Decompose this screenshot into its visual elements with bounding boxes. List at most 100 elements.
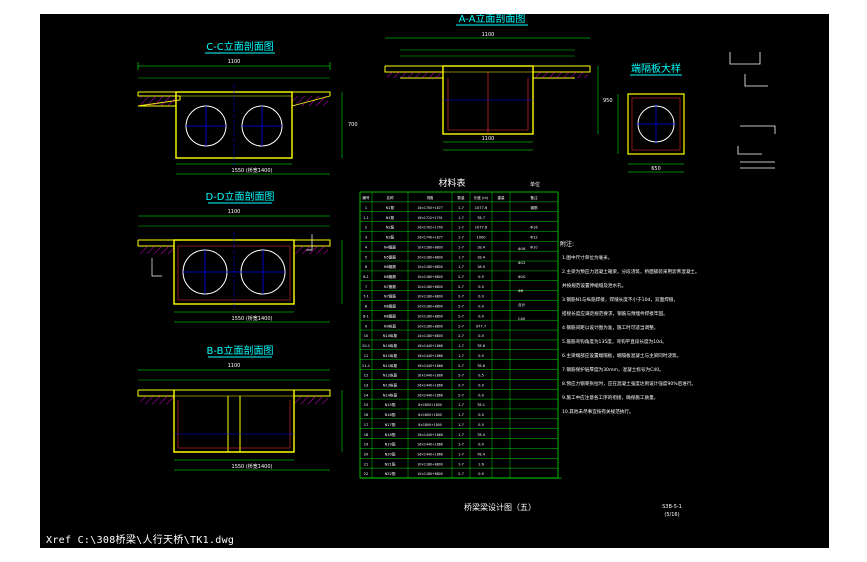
table-cell: N1筋 [386,205,395,210]
table-cell: N6箍筋 [384,264,397,269]
table-cell: 9 [365,324,368,328]
table-cell: 16×1712+1701 [417,216,443,220]
table-cell: 8-1 [363,314,369,318]
table-cell: N4箍筋 [384,244,397,249]
note-line: 7.钢筋保护层厚度为30mm，混凝土标号为C40。 [562,366,664,373]
table-cell: 0.0 [478,295,484,299]
table-cell: 16×1440+1866 [417,443,443,447]
table-cell: N7箍筋 [384,284,397,289]
svg-text:1550 (桥宽1400): 1550 (桥宽1400) [232,463,273,470]
table-cell: N12纵筋 [383,373,398,378]
table-cell: 0.0 [478,443,484,447]
table-cell: 2-7 [458,285,464,289]
table-cell: 10×1180+8800 [417,285,443,289]
side-value: Φ10 [518,275,526,279]
svg-text:单位: 单位 [530,181,540,188]
table-cell: 12 [364,374,369,378]
table-cell: N8箍筋 [384,304,397,309]
table-cell: 16×1440+1866 [417,354,443,358]
detail-end-diaphragm: 端隔板大样 650 [617,52,776,173]
table-cell: 10×1180+8800 [417,462,443,466]
table-cell: N5箍筋 [384,254,397,259]
table-cell: N9纵筋 [384,323,397,328]
table-header-cell: 编号 [362,195,370,200]
table-cell: 2-7 [458,334,464,338]
section-cc: C-C立面剖面图 1100 700 1550 (桥宽1400) [137,40,358,175]
table-cell: 0.0 [478,314,484,318]
table-cell: N17筋 [385,422,396,427]
table-cell: 1-7 [458,453,464,457]
table-cell: N2筋 [386,225,395,230]
table-cell: 16×1440+1866 [417,374,443,378]
table-cell: 22 [364,472,369,476]
table-cell: 4 [365,245,368,249]
svg-text:1100: 1100 [482,136,495,142]
svg-text:700: 700 [348,122,358,128]
svg-text:1100: 1100 [482,32,495,38]
table-cell: 1-7 [458,216,464,220]
table-cell: N10纵筋 [383,343,398,348]
drawing-code: S3B-5-1 [662,504,682,510]
table-cell: N20筋 [385,452,396,457]
table-cell: 16×1440+1866 [417,364,443,368]
table-cell: 0.0 [478,383,484,387]
table-cell: 10×1180+8800 [417,324,443,328]
side-value: C40 [518,317,526,321]
note-line: 2.主梁为预应力混凝土箱梁，分段浇筑，桥面铺装采用沥青混凝土。 [562,268,700,275]
notes-heading: 附注: [560,240,574,248]
note-line: 3.钢筋N1与纵筋焊接，焊缝长度不小于10d，双面焊缝， [562,296,678,303]
table-cell: N18筋 [385,432,396,437]
table-header-cell: 备注 [530,195,538,200]
side-value: Φ12 [518,261,525,265]
table-title: 材料表 [438,177,465,189]
note-line: 5.箍筋弯钩角度为135度，弯钩平直段长度为10d。 [562,338,667,345]
table-cell: 16×1440+1866 [417,433,443,437]
table-header-cell: 重量 [497,195,505,200]
table-cell: 18.4 [477,255,486,259]
table-cell: N22筋 [385,471,396,476]
table-cell: 1000 [476,236,486,240]
table-cell: 16×1440+1866 [417,344,443,348]
table-cell: 6 [365,265,368,269]
table-cell: 21 [364,462,369,466]
table-cell: N6箍筋 [384,274,397,279]
table-cell: 1-7 [458,344,464,348]
table-cell: 78.4 [477,433,486,437]
drawing-canvas[interactable]: C-C立面剖面图 1100 700 1550 (桥宽1400) A-A立面剖面图… [40,14,829,548]
table-header-cell: 规格 [427,195,434,200]
table-cell: 8×1800+1800 [418,403,442,407]
table-cell: 78.6 [477,364,486,368]
table-cell: 78.1 [477,403,485,407]
table-cell: 16 [364,413,369,417]
table-cell: 10×1180+8800 [417,472,443,476]
table-cell: N1筋 [386,215,395,220]
svg-text:1100: 1100 [228,209,241,215]
table-cell: N8箍筋 [384,313,397,318]
section-cc-title: C-C立面剖面图 [206,40,274,53]
table-cell: 1077.8 [475,226,488,230]
table-cell: 1-7 [458,462,464,466]
table-cell: Φ12 [530,236,537,240]
table-header-cell: 名称 [386,195,394,200]
table-cell: 16×1440+1866 [417,383,443,387]
table-cell: N19筋 [385,442,396,447]
table-cell: 78.7 [477,216,485,220]
table-cell: 6-1 [363,275,369,279]
table-cell: 13 [364,383,369,387]
table-cell: 10 [364,334,369,338]
svg-text:1100: 1100 [228,59,241,65]
table-cell: N13纵筋 [383,382,398,387]
table-cell: 1.6 [478,462,484,466]
table-cell: 0.5 [478,423,484,427]
table-cell: 18 [364,433,369,437]
table-cell: 1-7 [458,433,464,437]
note-line: 1.图中尺寸单位为毫米。 [562,254,612,261]
table-cell: 16×1700+1877 [417,206,443,210]
note-line: 并按规范设置伸缩缝及泄水孔。 [562,282,626,289]
table-cell: N15筋 [385,402,396,407]
table-cell: N10纵筋 [383,333,398,338]
svg-text:1550 (桥宽1400): 1550 (桥宽1400) [232,315,273,322]
table-cell: 1-1 [363,216,369,220]
table-cell: 2-7 [458,383,464,387]
table-cell: 1-7 [458,403,464,407]
